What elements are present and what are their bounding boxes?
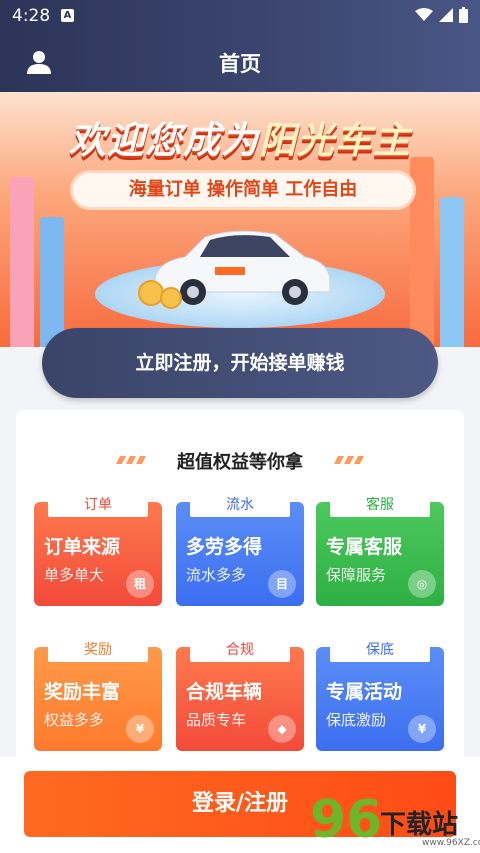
watermark-text: 下载站: [380, 810, 459, 840]
headline-part2: 阳光车主: [259, 119, 411, 162]
benefit-tile[interactable]: 客服专属客服保障服务 ◎: [316, 493, 444, 606]
benefit-subtitle: 权益多多: [44, 711, 105, 729]
coin-icon: [160, 287, 182, 309]
benefit-tag: 流水: [190, 493, 290, 517]
benefit-tag: 订单: [48, 493, 148, 517]
benefit-title: 奖励丰富: [44, 681, 121, 703]
benefit-tag: 保底: [330, 638, 430, 662]
battery-icon: [459, 7, 468, 23]
benefit-subtitle: 品质专车: [186, 711, 247, 729]
benefit-tag: 合规: [190, 638, 290, 662]
headline-part1: 欢迎您成为: [69, 119, 259, 162]
benefit-tile[interactable]: 奖励奖励丰富权益多多 ¥: [34, 638, 162, 751]
signal-icon: [439, 8, 453, 22]
benefit-icon: ◎: [408, 570, 436, 598]
benefits-card: 超值权益等你拿 订单 订单来源 单多单大租流水 多劳多得 流水多多目客服 专属客服 保障服务…: [16, 410, 464, 770]
benefit-tag: 奖励: [48, 638, 148, 662]
benefit-tile[interactable]: 保底专属活动保底激励 ¥: [316, 638, 444, 751]
benefit-icon: 目: [268, 570, 296, 598]
banner-decor: [440, 197, 464, 347]
benefit-icon: ¥: [408, 715, 436, 743]
benefit-title: 合规车辆: [186, 681, 263, 703]
notification-icon: A: [61, 9, 74, 22]
benefit-icon: 租: [126, 570, 154, 598]
banner-decor: [10, 177, 34, 347]
status-right: [415, 7, 468, 23]
page-title: 首页: [219, 52, 261, 76]
benefit-title: 订单来源: [44, 536, 121, 558]
watermark-logo: 96 下载站 www.96XZ.com: [310, 790, 480, 850]
app-screen: 4:28 A 首页 欢迎您成为阳光车主 海量订单 操作简单 工作自由 立即注册，…: [0, 0, 480, 853]
benefit-tile[interactable]: 订单订单来源单多单大 租: [34, 493, 162, 606]
benefit-tile[interactable]: 流水多劳多得流水多多 目: [176, 493, 304, 606]
benefit-subtitle: 保障服务: [326, 566, 387, 584]
benefit-subtitle: 流水多多: [186, 566, 247, 584]
benefit-icon: ◆: [268, 715, 296, 743]
app-header: 4:28 A 首页: [0, 0, 480, 92]
benefit-subtitle: 保底激励: [326, 711, 387, 729]
benefit-title: 专属客服: [326, 536, 403, 558]
banner-subline: 海量订单 操作简单 工作自由: [70, 170, 416, 210]
benefit-tile[interactable]: 合规合规车辆品质专车 ◆: [176, 638, 304, 751]
register-cta-button[interactable]: 立即注册，开始接单赚钱: [42, 328, 438, 398]
watermark-url: www.96XZ.com: [422, 838, 480, 848]
benefits-title: 超值权益等你拿: [177, 452, 303, 473]
benefit-tag: 客服: [330, 493, 430, 517]
benefit-subtitle: 单多单大: [44, 566, 105, 584]
welcome-banner: 欢迎您成为阳光车主 海量订单 操作简单 工作自由: [0, 92, 480, 347]
status-bar: 4:28 A: [0, 0, 480, 32]
title-deco-right: [334, 456, 364, 464]
benefit-title: 多劳多得: [186, 536, 263, 558]
banner-decor: [40, 217, 64, 347]
banner-headline: 欢迎您成为阳光车主: [0, 110, 480, 164]
benefit-icon: ¥: [126, 715, 154, 743]
benefit-title: 专属活动: [326, 681, 403, 703]
wifi-icon: [415, 8, 433, 21]
status-time: 4:28: [12, 6, 51, 26]
watermark-number: 96: [310, 790, 383, 850]
